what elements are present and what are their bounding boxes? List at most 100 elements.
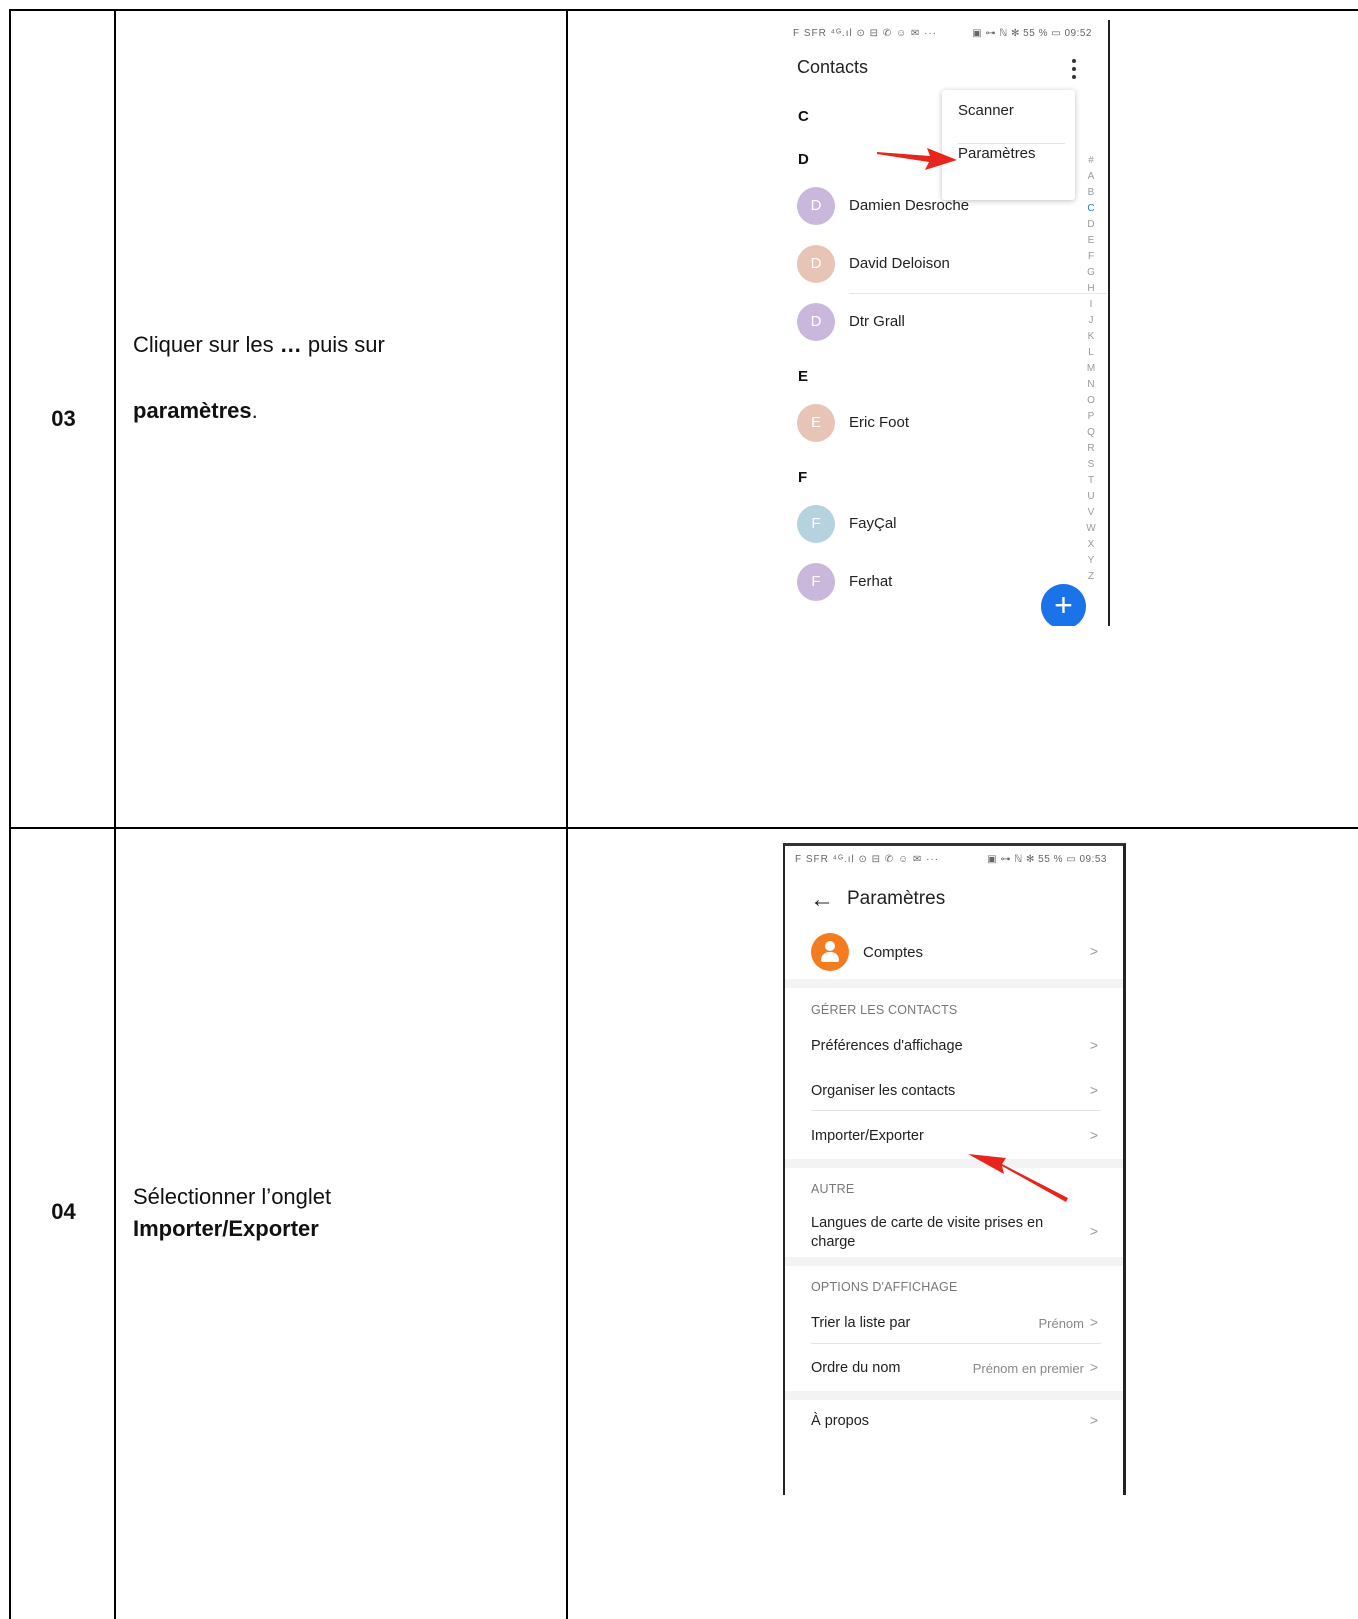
chevron-right-icon: >: [1089, 1359, 1098, 1375]
alphabet-letter[interactable]: C: [1087, 201, 1094, 217]
status-left: F SFR ⁴ᴳ.ıl ⊙ ⊟ ✆ ☺ ✉ ···: [795, 854, 940, 865]
alphabet-letter[interactable]: K: [1088, 329, 1095, 345]
settings-item-ordre[interactable]: Ordre du nom: [811, 1360, 900, 1376]
alphabet-letter[interactable]: J: [1089, 313, 1094, 329]
step-row-04: 04 Sélectionner l’onglet Importer/Export…: [9, 827, 1358, 1619]
section-letter: D: [798, 151, 809, 168]
step-number: 04: [51, 1199, 76, 1224]
alphabet-letter[interactable]: Z: [1088, 569, 1094, 585]
alphabet-letter[interactable]: V: [1088, 505, 1095, 521]
alphabet-letter[interactable]: T: [1088, 473, 1094, 489]
alphabet-letter[interactable]: S: [1088, 457, 1095, 473]
settings-screenshot: F SFR ⁴ᴳ.ıl ⊙ ⊟ ✆ ☺ ✉ ··· ▣ ⊶ ℕ ✻ 55 % ▭…: [783, 843, 1126, 1495]
menu-item-scanner[interactable]: Scanner: [958, 102, 1014, 119]
alphabet-index[interactable]: # A B C D E F G H I J K L M N O P Q R S T U V W X Y Z: [1084, 153, 1098, 585]
chevron-right-icon: >: [1089, 1314, 1098, 1330]
step-instruction-bold: Importer/Exporter: [133, 1216, 319, 1241]
step-number: 03: [51, 406, 76, 431]
settings-item-importer-exporter[interactable]: Importer/Exporter: [811, 1128, 924, 1144]
alphabet-letter[interactable]: B: [1088, 185, 1095, 201]
alphabet-letter[interactable]: Q: [1087, 425, 1095, 441]
alphabet-letter[interactable]: L: [1088, 345, 1094, 361]
alphabet-letter[interactable]: R: [1087, 441, 1094, 457]
step-row-03: 03 Cliquer sur les … puis sur paramètres…: [9, 9, 1358, 829]
section-header: OPTIONS D'AFFICHAGE: [811, 1280, 958, 1294]
settings-item-langues[interactable]: Langues de carte de visite prises en: [811, 1215, 1043, 1231]
contact-name: Eric Foot: [849, 414, 910, 431]
avatar: F: [797, 505, 835, 543]
chevron-right-icon: >: [1089, 1412, 1098, 1428]
section-divider: [785, 1391, 1123, 1400]
settings-item-organiser[interactable]: Organiser les contacts: [811, 1083, 955, 1099]
alphabet-letter[interactable]: I: [1090, 297, 1093, 313]
chevron-right-icon: >: [1089, 1082, 1098, 1098]
avatar: D: [797, 245, 835, 283]
contact-item[interactable]: F FayÇal: [797, 505, 1087, 545]
alphabet-letter[interactable]: H: [1087, 281, 1094, 297]
overflow-menu: Scanner Paramètres: [942, 90, 1075, 200]
alphabet-letter[interactable]: P: [1088, 409, 1095, 425]
divider: [958, 143, 1065, 144]
more-options-icon[interactable]: [1064, 56, 1084, 82]
chevron-right-icon: >: [1089, 1037, 1098, 1053]
status-left: F SFR ⁴ᴳ.ıl ⊙ ⊟ ✆ ☺ ✉ ···: [793, 28, 938, 39]
status-right: ▣ ⊶ ℕ ✻ 55 % ▭ 09:53: [987, 854, 1107, 865]
step-instruction-cell: Sélectionner l’onglet Importer/Exporter: [116, 829, 568, 1619]
alphabet-letter[interactable]: E: [1088, 233, 1095, 249]
alphabet-letter[interactable]: A: [1088, 169, 1095, 185]
avatar: D: [797, 303, 835, 341]
alphabet-letter[interactable]: W: [1086, 521, 1095, 537]
divider: [849, 293, 1107, 294]
avatar: E: [797, 404, 835, 442]
alphabet-letter[interactable]: X: [1088, 537, 1095, 553]
instruction-table: 03 Cliquer sur les … puis sur paramètres…: [9, 9, 1358, 1619]
step-instruction: Cliquer sur les … puis sur: [133, 332, 385, 357]
alphabet-letter[interactable]: #: [1088, 153, 1094, 169]
contacts-screenshot: F SFR ⁴ᴳ.ıl ⊙ ⊟ ✆ ☺ ✉ ··· ▣ ⊶ ℕ ✻ 55 % ▭…: [785, 20, 1110, 626]
contact-item[interactable]: D David Deloison: [797, 245, 1107, 294]
add-contact-button[interactable]: +: [1041, 584, 1086, 626]
section-divider: [785, 1159, 1123, 1168]
alphabet-letter[interactable]: U: [1087, 489, 1094, 505]
contact-name: FayÇal: [849, 515, 897, 532]
account-icon: [811, 933, 849, 971]
status-bar: F SFR ⁴ᴳ.ıl ⊙ ⊟ ✆ ☺ ✉ ··· ▣ ⊶ ℕ ✻ 55 % ▭…: [785, 846, 1123, 872]
section-letter: C: [798, 108, 809, 125]
alphabet-letter[interactable]: O: [1087, 393, 1095, 409]
status-right: ▣ ⊶ ℕ ✻ 55 % ▭ 09:52: [972, 28, 1092, 39]
alphabet-letter[interactable]: G: [1087, 265, 1095, 281]
section-divider: [785, 1257, 1123, 1266]
alphabet-letter[interactable]: N: [1087, 377, 1094, 393]
chevron-right-icon: >: [1089, 943, 1098, 959]
chevron-right-icon: >: [1089, 1223, 1098, 1239]
step-instruction-cell: Cliquer sur les … puis sur paramètres.: [116, 11, 568, 829]
red-arrow-icon: [877, 148, 957, 170]
alphabet-letter[interactable]: F: [1088, 249, 1094, 265]
menu-item-parametres[interactable]: Paramètres: [958, 145, 1036, 162]
divider: [811, 1110, 1101, 1111]
settings-item-comptes[interactable]: Comptes: [863, 944, 923, 961]
trier-value: Prénom: [1038, 1316, 1084, 1331]
section-letter: F: [798, 469, 808, 486]
contact-name: Dtr Grall: [849, 313, 905, 330]
settings-item-preferences[interactable]: Préférences d'affichage: [811, 1038, 963, 1054]
alphabet-letter[interactable]: M: [1087, 361, 1095, 377]
contact-item[interactable]: D Dtr Grall: [797, 303, 1087, 343]
back-arrow-icon[interactable]: ←: [810, 886, 834, 914]
page-title: Paramètres: [847, 888, 946, 909]
alphabet-letter[interactable]: Y: [1088, 553, 1095, 569]
settings-item-trier[interactable]: Trier la liste par: [811, 1315, 910, 1331]
chevron-right-icon: >: [1089, 1127, 1098, 1143]
step-instruction: Sélectionner l’onglet: [133, 1184, 332, 1209]
avatar: D: [797, 187, 835, 225]
ordre-value: Prénom en premier: [972, 1361, 1084, 1376]
settings-item-apropos[interactable]: À propos: [811, 1413, 869, 1429]
divider: [811, 1343, 1101, 1344]
alphabet-letter[interactable]: D: [1087, 217, 1094, 233]
section-header: AUTRE: [811, 1182, 855, 1196]
contact-item[interactable]: E Eric Foot: [797, 404, 1087, 444]
avatar: F: [797, 563, 835, 601]
section-letter: E: [798, 368, 809, 385]
step-number-cell: 03: [11, 11, 116, 829]
status-bar: F SFR ⁴ᴳ.ıl ⊙ ⊟ ✆ ☺ ✉ ··· ▣ ⊶ ℕ ✻ 55 % ▭…: [785, 20, 1108, 46]
